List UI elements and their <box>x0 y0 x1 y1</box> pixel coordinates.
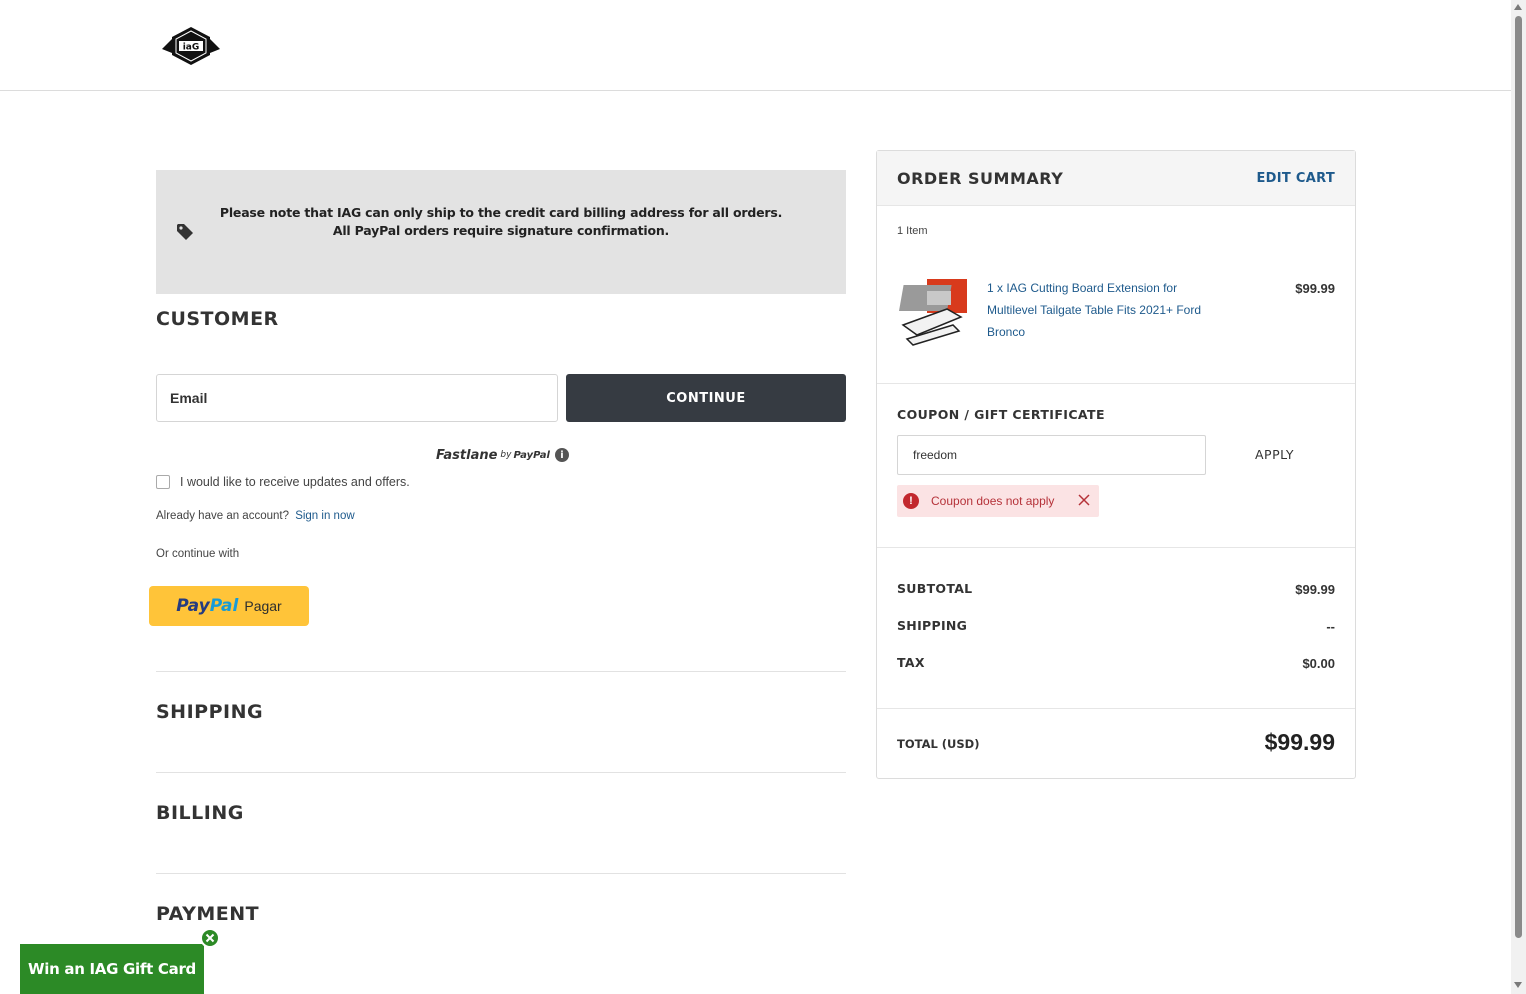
apply-coupon-button[interactable]: APPLY <box>1255 447 1294 462</box>
account-row: Already have an account? Sign in now <box>156 510 355 522</box>
coupon-input[interactable] <box>898 436 1205 474</box>
coupon-error-alert: ! Coupon does not apply <box>897 485 1099 517</box>
summary-divider <box>877 708 1355 709</box>
updates-opt-in[interactable]: I would like to receive updates and offe… <box>156 475 410 489</box>
customer-title: CUSTOMER <box>156 308 279 330</box>
total-label: TOTAL (USD) <box>897 737 980 751</box>
scroll-down-icon[interactable] <box>1514 982 1522 988</box>
payment-title[interactable]: PAYMENT <box>156 903 259 925</box>
fastlane-brand: Fastlane <box>436 447 498 463</box>
updates-label[interactable]: I would like to receive updates and offe… <box>180 475 410 489</box>
info-icon[interactable]: i <box>554 448 569 462</box>
subtotal-label: SUBTOTAL <box>897 581 973 596</box>
sign-in-link[interactable]: Sign in now <box>295 510 354 522</box>
svg-text:iaG: iaG <box>183 43 200 53</box>
page-scrollbar[interactable] <box>1511 0 1526 994</box>
shipping-label: SHIPPING <box>897 618 968 633</box>
edit-cart-link[interactable]: EDIT CART <box>1257 171 1336 186</box>
close-icon[interactable] <box>200 928 220 948</box>
total-value: $99.99 <box>1264 729 1335 755</box>
item-count: 1 Item <box>897 225 928 237</box>
tax-value: $0.00 <box>1302 656 1335 671</box>
scroll-up-icon[interactable] <box>1514 4 1522 10</box>
paypal-logo-pal: Pal <box>209 596 239 616</box>
tax-label: TAX <box>897 655 925 670</box>
account-text: Already have an account? <box>156 510 289 522</box>
close-x-glyph <box>205 933 215 943</box>
paypal-button-label: Pagar <box>244 598 282 614</box>
shipping-value: -- <box>1326 619 1335 634</box>
subtotal-value: $99.99 <box>1295 582 1335 597</box>
order-summary: ORDER SUMMARY EDIT CART 1 Item 1 x IAG C… <box>876 150 1356 779</box>
notice-text: Please note that IAG can only ship to th… <box>156 204 846 240</box>
product-price: $99.99 <box>1295 281 1335 296</box>
section-divider <box>156 772 846 773</box>
gift-card-popup-button[interactable]: Win an IAG Gift Card <box>20 944 204 994</box>
coupon-field[interactable] <box>897 435 1206 475</box>
continue-button[interactable]: CONTINUE <box>566 374 846 422</box>
iag-logo[interactable]: iaG <box>160 25 222 65</box>
email-input[interactable] <box>157 375 557 421</box>
order-summary-header: ORDER SUMMARY EDIT CART <box>877 151 1355 206</box>
order-summary-title: ORDER SUMMARY <box>897 169 1064 188</box>
alert-icon: ! <box>903 493 919 509</box>
shipping-title[interactable]: SHIPPING <box>156 701 263 723</box>
product-image <box>897 277 968 347</box>
fastlane-badge: Fastlane by PayPal i <box>436 446 569 464</box>
coupon-title: COUPON / GIFT CERTIFICATE <box>897 407 1105 422</box>
summary-divider <box>877 383 1355 384</box>
product-name-link[interactable]: 1 x IAG Cutting Board Extension for Mult… <box>987 277 1212 343</box>
close-icon[interactable] <box>1077 493 1091 507</box>
paypal-button[interactable]: Pay Pal Pagar <box>149 586 309 626</box>
coupon-error-text: Coupon does not apply <box>931 494 1055 508</box>
summary-divider <box>877 547 1355 548</box>
notice-line-1: Please note that IAG can only ship to th… <box>219 205 783 220</box>
site-header: iaG <box>0 0 1511 91</box>
scrollbar-thumb[interactable] <box>1515 16 1522 938</box>
email-field[interactable] <box>156 374 558 422</box>
continue-with-text: Or continue with <box>156 548 240 560</box>
fastlane-by: by <box>500 450 512 460</box>
notice-line-2: All PayPal orders require signature conf… <box>332 223 670 238</box>
shipping-notice: Please note that IAG can only ship to th… <box>156 170 846 294</box>
updates-checkbox[interactable] <box>156 475 170 489</box>
section-divider <box>156 873 846 874</box>
paypal-logo-pay: Pay <box>176 596 210 616</box>
section-divider <box>156 671 846 672</box>
fastlane-paypal: PayPal <box>513 449 550 461</box>
billing-title[interactable]: BILLING <box>156 802 244 824</box>
